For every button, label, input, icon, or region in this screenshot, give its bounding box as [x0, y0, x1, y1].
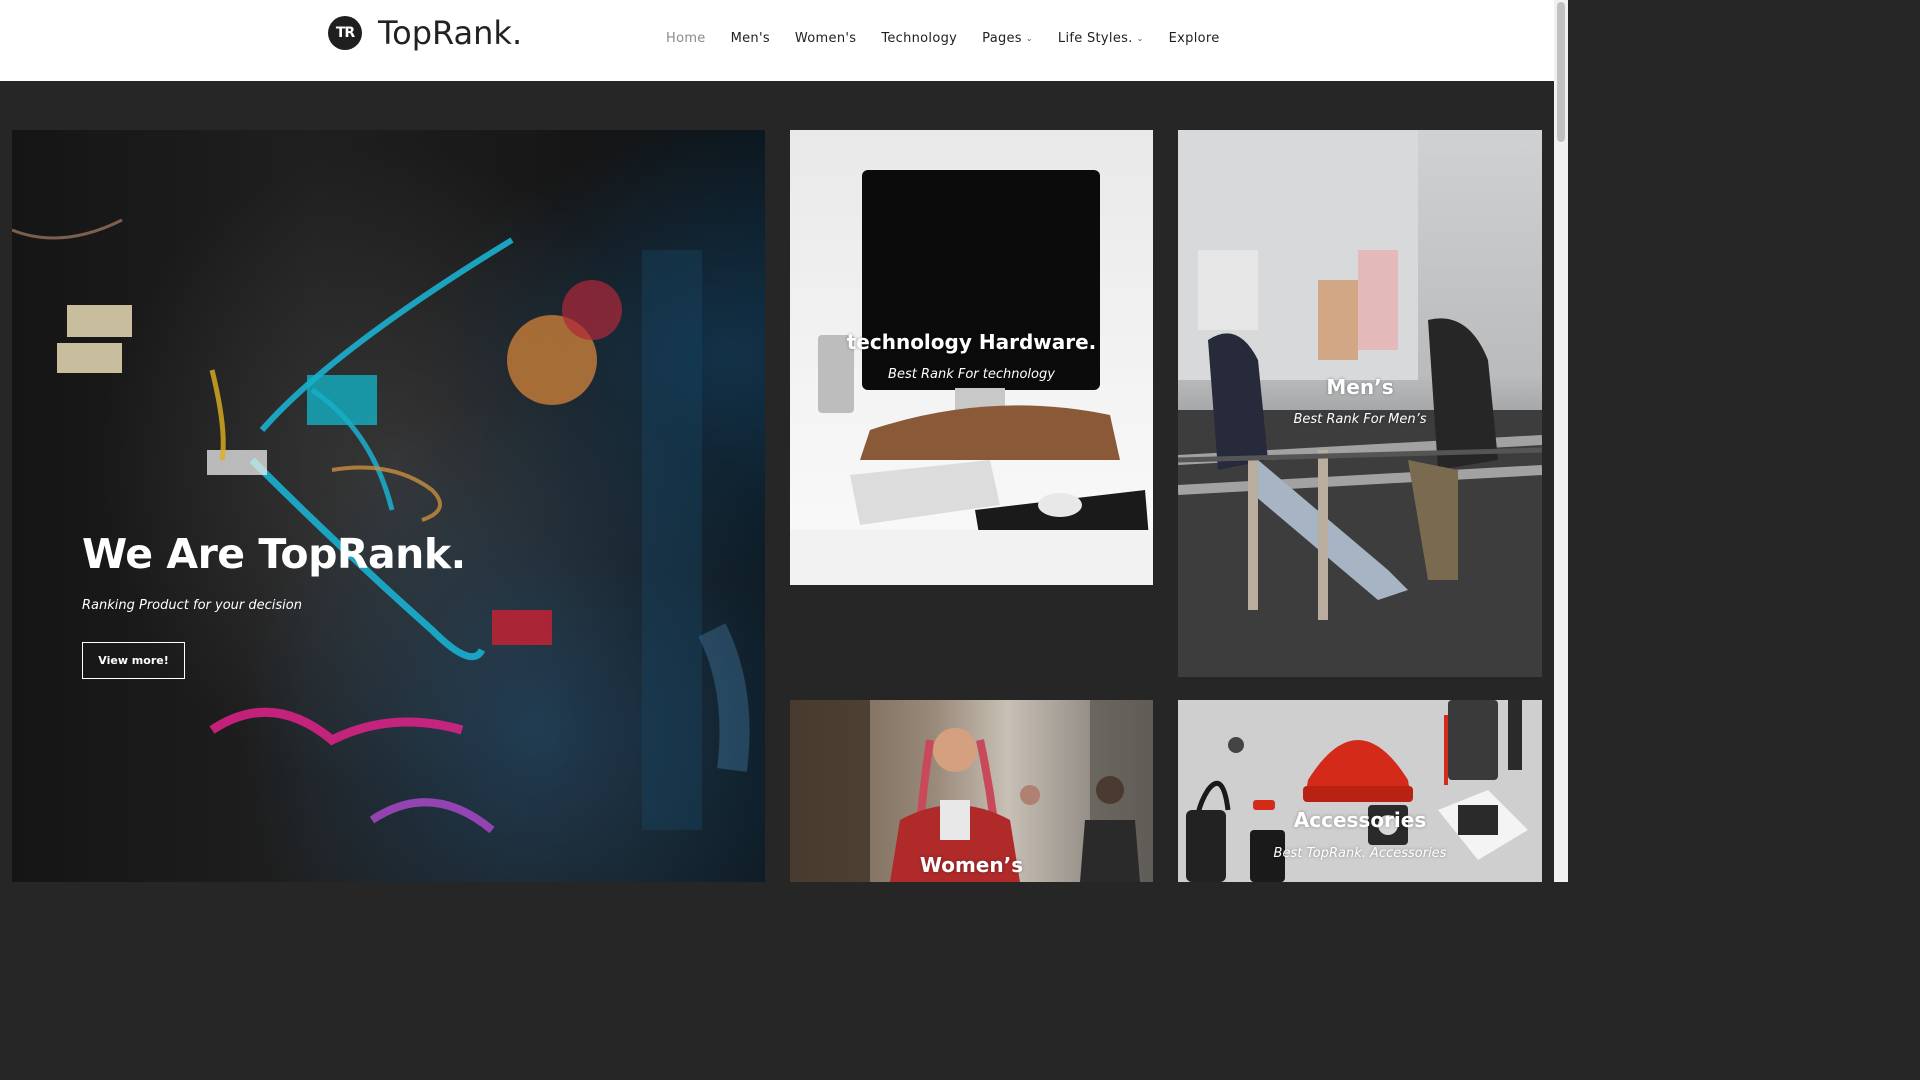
nav-item-pages[interactable]: Pages ⌄ [982, 31, 1033, 46]
nav-item-label: Pages [982, 31, 1022, 46]
mens-tile[interactable]: Men’s Best Rank For Men’s [1178, 130, 1542, 677]
hero-subtitle: Ranking Product for your decision [82, 598, 302, 613]
nav-item-label: Men's [730, 31, 770, 46]
womens-tile[interactable]: Women’s [790, 700, 1153, 882]
nav-item-home[interactable]: Home [666, 31, 706, 46]
tile-title: technology Hardware. [846, 330, 1097, 354]
chevron-down-icon: ⌄ [1136, 34, 1144, 43]
nav-item-label: Women's [794, 31, 857, 46]
mens-street-image [1178, 130, 1542, 677]
view-more-button[interactable]: View more! [82, 642, 185, 679]
graffiti-wall-image [12, 218, 750, 834]
tile-title: Accessories [1293, 808, 1427, 832]
page-scrollbar[interactable] [1554, 0, 1568, 882]
nav-item-label: Life Styles. [1057, 31, 1133, 46]
desk-setup-image [790, 170, 1153, 585]
nav-item-technology[interactable]: Technology [881, 31, 957, 46]
brand-name: TopRank. [378, 14, 523, 52]
site-header: TR TopRank. Home Men's Women's Technolog… [0, 0, 1554, 81]
accessories-tile[interactable]: Accessories Best TopRank. Accessories [1178, 700, 1542, 882]
nav-item-label: Technology [881, 31, 958, 46]
nav-item-womens[interactable]: Women's [795, 31, 856, 46]
hero-title: We Are TopRank. [82, 530, 466, 578]
nav-item-label: Explore [1168, 31, 1220, 46]
nav-item-mens[interactable]: Men's [731, 31, 770, 46]
tr-logo-icon: TR [328, 16, 362, 50]
nav-item-explore[interactable]: Explore [1169, 31, 1220, 46]
nav-item-life-styles[interactable]: Life Styles. ⌄ [1058, 31, 1144, 46]
tile-title: Men’s [1326, 375, 1394, 399]
tile-subtitle: Best TopRank. Accessories [1273, 846, 1447, 861]
nav-item-label: Home [666, 31, 706, 46]
hero-banner: We Are TopRank. Ranking Product for your… [12, 130, 765, 882]
tile-subtitle: Best Rank For technology [888, 367, 1055, 382]
site-logo[interactable]: TR TopRank. [328, 14, 522, 52]
main-nav: Home Men's Women's Technology Pages ⌄ Li… [666, 31, 1245, 46]
technology-tile[interactable]: technology Hardware. Best Rank For techn… [790, 130, 1153, 585]
scrollbar-thumb[interactable] [1557, 2, 1565, 142]
tile-title: Women’s [919, 853, 1024, 877]
tile-subtitle: Best Rank For Men’s [1293, 412, 1427, 427]
chevron-down-icon: ⌄ [1025, 34, 1033, 43]
